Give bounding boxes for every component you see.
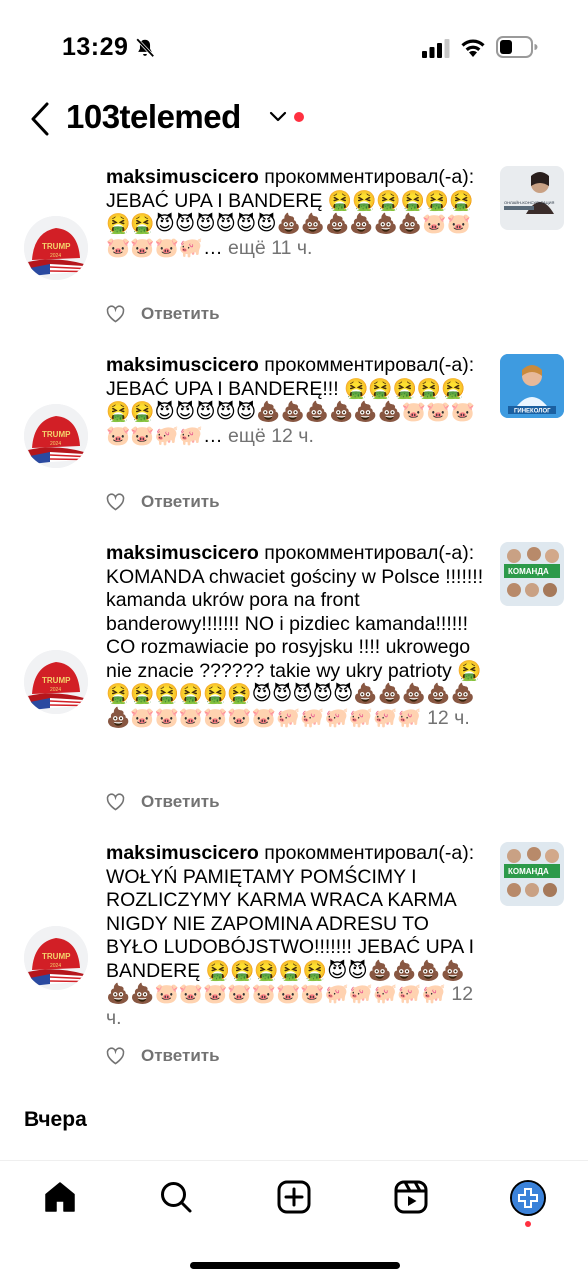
profile-notification-dot: [525, 1221, 531, 1227]
svg-text:2024: 2024: [50, 687, 61, 693]
notification-text: maksimuscicero прокомментировал(-а): WOŁ…: [106, 842, 484, 1030]
reply-button[interactable]: Ответить: [141, 792, 220, 812]
notification-item[interactable]: TRUMP 2024 maksimuscicero прокомментиров…: [0, 542, 588, 814]
notification-text: maksimuscicero прокомментировал(-а): KOM…: [106, 542, 484, 730]
reply-button[interactable]: Ответить: [141, 1046, 220, 1066]
post-thumbnail[interactable]: КОМАНДА: [500, 842, 564, 906]
action-text: прокомментировал(-а):: [264, 354, 475, 376]
reply-row: Ответить: [106, 302, 220, 326]
tab-create[interactable]: [276, 1179, 316, 1219]
username[interactable]: maksimuscicero: [106, 542, 259, 564]
svg-text:TRUMP: TRUMP: [42, 952, 71, 961]
reply-button[interactable]: Ответить: [141, 492, 220, 512]
heart-icon[interactable]: [106, 1047, 125, 1065]
home-indicator[interactable]: [190, 1262, 400, 1269]
username[interactable]: maksimuscicero: [106, 842, 259, 864]
trump-hat-image: TRUMP 2024: [24, 650, 88, 714]
post-thumbnail-image: КОМАНДА: [500, 542, 564, 606]
trump-hat-image: TRUMP 2024: [24, 216, 88, 280]
svg-text:TRUMP: TRUMP: [42, 242, 71, 251]
tab-reels[interactable]: [393, 1179, 433, 1219]
post-thumbnail[interactable]: КОМАНДА: [500, 542, 564, 606]
tab-search[interactable]: [158, 1179, 198, 1219]
thumb-caption: ГИНЕКОЛОГ: [514, 409, 551, 415]
avatar[interactable]: TRUMP 2024: [24, 650, 88, 714]
post-thumbnail[interactable]: ОНЛАЙН-КОНСУЛЬТАЦИЯ: [500, 166, 564, 230]
post-thumbnail-image: ГИНЕКОЛОГ: [500, 354, 564, 418]
search-icon: [161, 1182, 192, 1213]
chevron-down-icon[interactable]: [268, 110, 288, 124]
action-text: прокомментировал(-а):: [264, 166, 475, 188]
heart-icon[interactable]: [106, 493, 125, 511]
username[interactable]: maksimuscicero: [106, 354, 259, 376]
svg-text:TRUMP: TRUMP: [42, 676, 71, 685]
reply-row: Ответить: [106, 1044, 220, 1068]
comment-text: WOŁYŃ PAMIĘTAMY POMŚCIMY I ROZLICZYMY KA…: [106, 865, 475, 1006]
cell-signal-icon: [422, 39, 450, 58]
avatar[interactable]: TRUMP 2024: [24, 216, 88, 280]
more-link[interactable]: ещё: [228, 237, 266, 259]
heart-icon[interactable]: [106, 793, 125, 811]
header: 103telemed: [0, 96, 588, 144]
heart-icon[interactable]: [106, 305, 125, 323]
svg-text:2024: 2024: [50, 253, 61, 259]
notification-item[interactable]: TRUMP 2024 maksimuscicero прокомментиров…: [0, 354, 588, 524]
trump-hat-image: TRUMP 2024: [24, 404, 88, 468]
account-name[interactable]: 103telemed: [66, 98, 241, 136]
action-text: прокомментировал(-а):: [264, 542, 475, 564]
notification-text: maksimuscicero прокомментировал(-а): JEB…: [106, 166, 484, 260]
avatar[interactable]: TRUMP 2024: [24, 926, 88, 990]
unread-dot: [294, 112, 304, 122]
reels-icon: [394, 1180, 428, 1214]
thumb-caption: КОМАНДА: [508, 567, 549, 576]
timestamp: 12 ч.: [427, 706, 470, 729]
action-text: прокомментировал(-а):: [264, 842, 475, 864]
reply-row: Ответить: [106, 790, 220, 814]
timestamp: 12 ч.: [271, 424, 314, 447]
status-time: 13:29: [62, 33, 129, 61]
post-thumbnail-image: КОМАНДА: [500, 842, 564, 906]
section-header-yesterday: Вчера: [24, 1108, 87, 1131]
reply-row: Ответить: [106, 490, 220, 514]
avatar[interactable]: TRUMP 2024: [24, 404, 88, 468]
notification-item[interactable]: TRUMP 2024 maksimuscicero прокомментиров…: [0, 166, 588, 336]
comment-text: KOMANDA chwaciet gościny w Polsce !!!!!!…: [106, 565, 484, 729]
svg-text:2024: 2024: [50, 441, 61, 447]
chevron-left-icon[interactable]: [28, 100, 52, 138]
thumb-caption: ОНЛАЙН-КОНСУЛЬТАЦИЯ: [504, 200, 555, 205]
notification-text: maksimuscicero прокомментировал(-а): JEB…: [106, 354, 484, 448]
post-thumbnail-image: ОНЛАЙН-КОНСУЛЬТАЦИЯ: [500, 166, 564, 230]
post-thumbnail[interactable]: ГИНЕКОЛОГ: [500, 354, 564, 418]
tab-home[interactable]: [42, 1179, 82, 1219]
home-icon: [45, 1182, 75, 1212]
trump-hat-image: TRUMP 2024: [24, 926, 88, 990]
status-bar: 13:29: [0, 0, 588, 96]
svg-text:TRUMP: TRUMP: [42, 430, 71, 439]
profile-avatar: [512, 1182, 544, 1214]
tab-profile[interactable]: [510, 1180, 546, 1216]
more-link[interactable]: ещё: [228, 425, 266, 447]
thumb-caption: КОМАНДА: [508, 867, 549, 876]
wifi-icon: [461, 39, 485, 57]
username[interactable]: maksimuscicero: [106, 166, 259, 188]
timestamp: 11 ч.: [271, 236, 313, 259]
bell-off-icon: [136, 38, 155, 58]
reply-button[interactable]: Ответить: [141, 304, 220, 324]
svg-text:2024: 2024: [50, 963, 61, 969]
plus-square-icon: [277, 1180, 311, 1214]
battery-icon: [496, 36, 538, 58]
notification-item[interactable]: TRUMP 2024 maksimuscicero прокомментиров…: [0, 842, 588, 1072]
